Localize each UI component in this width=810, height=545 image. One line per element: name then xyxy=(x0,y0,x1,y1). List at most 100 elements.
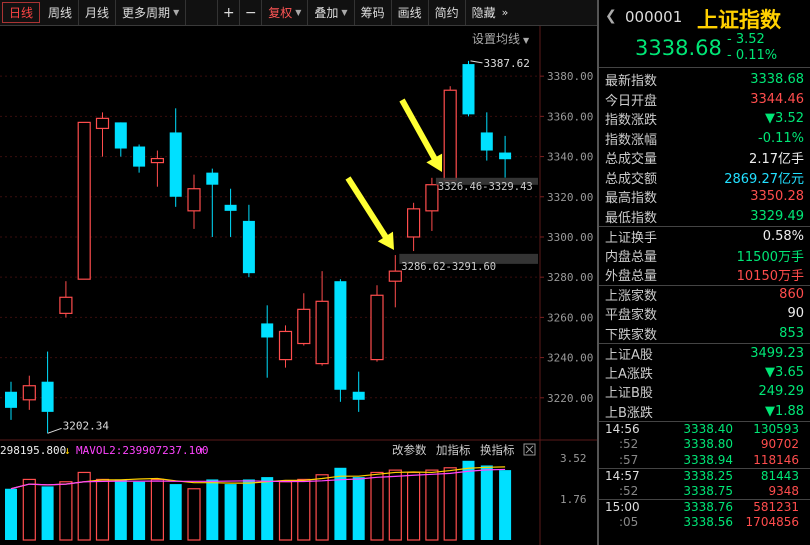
tick-time: :52 xyxy=(619,483,639,498)
chart-toolbar: 日线 周线 月线 更多周期 ▼ + − 复权 ▼ 叠加 ▼ 筹码 画线 简约 隐藏 » xyxy=(0,0,597,26)
candle-body-up xyxy=(443,89,457,182)
price-change-pct: - 0.11% xyxy=(727,48,778,63)
zoom-in-button[interactable]: + xyxy=(218,0,241,25)
period-day-button[interactable]: 日线 xyxy=(2,2,41,23)
candle-body-up xyxy=(297,308,311,345)
volume-bar-up xyxy=(425,469,439,541)
high-label: 3387.62 xyxy=(484,57,530,70)
mavol-label: MAVOL2:239907237.100 xyxy=(76,444,208,457)
simple-mode-button[interactable]: 简约 xyxy=(429,0,466,25)
back-arrow-icon[interactable]: ❮ xyxy=(605,8,617,24)
chevron-down-icon: ▼ xyxy=(341,8,348,17)
stat-label: 上A涨跌 xyxy=(605,366,653,382)
toolbar-spacer xyxy=(186,0,219,25)
low-pointer xyxy=(47,427,62,434)
stat-row: 上证换手 0.58% xyxy=(599,226,810,246)
volume-bar-up xyxy=(315,474,329,541)
quote-panel: ❮ 000001 上证指数 3338.68 - 3.52 - 0.11% 最新指… xyxy=(597,0,810,545)
period-week-button[interactable]: 周线 xyxy=(42,0,80,25)
tick-price: 3338.40 xyxy=(683,422,733,437)
stat-row: 上证A股 3499.23 xyxy=(599,343,810,363)
fuquan-dropdown[interactable]: 复权 ▼ xyxy=(262,0,309,25)
volume-bar-up xyxy=(59,481,73,541)
price-tick-label: 3260.00 xyxy=(547,311,593,324)
candle-body-up xyxy=(388,270,402,282)
candle-body-down xyxy=(41,381,54,412)
tick-row: 15:00 3338.76 581231 xyxy=(599,498,810,515)
tick-price: 3338.76 xyxy=(683,499,733,514)
tick-time: :52 xyxy=(619,437,639,452)
candle-body-up xyxy=(150,157,164,164)
overlay-dropdown[interactable]: 叠加 ▼ xyxy=(308,0,355,25)
kline-chart-area[interactable]: 3380.00 3360.00 3340.00 3320.00 3300.00 3280.… xyxy=(0,26,597,545)
annotation-arrow xyxy=(399,98,443,172)
stat-row: 最低指数 3329.49 xyxy=(599,207,810,227)
tick-price: 3338.80 xyxy=(683,437,733,452)
volume-bar-down xyxy=(261,477,274,540)
indicator-button-1[interactable]: 加指标 xyxy=(436,443,471,457)
chips-button[interactable]: 筹码 xyxy=(355,0,392,25)
volume-bar-down xyxy=(334,467,347,540)
candle-body-down xyxy=(133,146,146,167)
volume-bar-down xyxy=(224,484,237,540)
double-right-arrow-icon[interactable]: » xyxy=(498,0,513,25)
low-label: 3202.34 xyxy=(63,419,110,432)
down-arrow-icon: ↓ xyxy=(64,444,71,457)
tick-row: 14:56 3338.40 130593 xyxy=(599,421,810,437)
zoom-out-button[interactable]: − xyxy=(240,0,263,25)
tick-time: :57 xyxy=(619,452,639,467)
tick-row: :52 3338.75 9348 xyxy=(599,483,810,499)
stat-row: 最高指数 3350.28 xyxy=(599,187,810,207)
stat-label: 下跌家数 xyxy=(605,327,658,343)
candle-body-up xyxy=(315,300,329,365)
stock-code: 000001 xyxy=(625,8,683,26)
tick-volume: 118146 xyxy=(753,452,799,467)
price-tick-label: 3320.00 xyxy=(547,191,593,204)
volume-bar-up xyxy=(443,467,457,541)
stat-label: 总成交额 xyxy=(605,171,658,187)
stat-row: 平盘家数 90 xyxy=(599,304,810,324)
draw-line-button[interactable]: 画线 xyxy=(392,0,429,25)
tick-row: :52 3338.80 90702 xyxy=(599,437,810,453)
stat-value: 853 xyxy=(779,325,804,341)
tick-volume: 9348 xyxy=(768,483,799,498)
candle-body-down xyxy=(5,391,17,408)
tick-volume: 90702 xyxy=(760,437,799,452)
candle-body-up xyxy=(407,208,421,238)
tick-time: 15:00 xyxy=(605,499,640,514)
stat-value: 3338.68 xyxy=(750,72,804,88)
current-price: 3338.68 xyxy=(635,36,722,60)
stat-value: ▼1.88 xyxy=(765,403,804,419)
stat-label: 上B涨跌 xyxy=(605,405,653,421)
indicator-button-0[interactable]: 改参数 xyxy=(392,443,427,457)
overlay-label: 叠加 xyxy=(314,6,339,20)
period-month-button[interactable]: 月线 xyxy=(79,0,117,25)
volume-value-label: 298195.800 xyxy=(0,444,66,457)
more-periods-dropdown[interactable]: 更多周期 ▼ xyxy=(116,0,187,25)
tick-price: 3338.94 xyxy=(683,452,733,467)
stat-value: -0.11% xyxy=(758,130,804,146)
indicator-button-2[interactable]: 换指标 xyxy=(480,443,515,457)
candle-body-up xyxy=(425,184,439,212)
volume-tick-label: 1.76 xyxy=(560,493,587,506)
candle-body-down xyxy=(169,132,182,197)
tick-price: 3338.75 xyxy=(683,483,733,498)
tick-price: 3338.56 xyxy=(683,514,733,529)
stat-value: 3350.28 xyxy=(750,189,804,205)
chevron-down-icon: ▼ xyxy=(295,8,302,17)
stat-value: 90 xyxy=(787,306,804,322)
volume-bar-up xyxy=(407,471,421,541)
stat-value: 3344.46 xyxy=(750,91,804,107)
stat-value: 0.58% xyxy=(762,228,804,244)
hide-button[interactable]: 隐藏 xyxy=(466,0,498,25)
stat-row: 总成交量 2.17亿手 xyxy=(599,148,810,168)
stat-value: 2.17亿手 xyxy=(749,152,804,168)
tick-time: 14:57 xyxy=(605,468,640,483)
price-tick-label: 3240.00 xyxy=(547,352,593,365)
candle-body-up xyxy=(95,117,110,130)
stat-label: 平盘家数 xyxy=(605,308,658,324)
stat-label: 指数涨跌 xyxy=(605,113,658,129)
stat-label: 最低指数 xyxy=(605,210,658,226)
tick-volume: 130593 xyxy=(753,422,799,437)
volume-bar-up xyxy=(187,488,201,541)
